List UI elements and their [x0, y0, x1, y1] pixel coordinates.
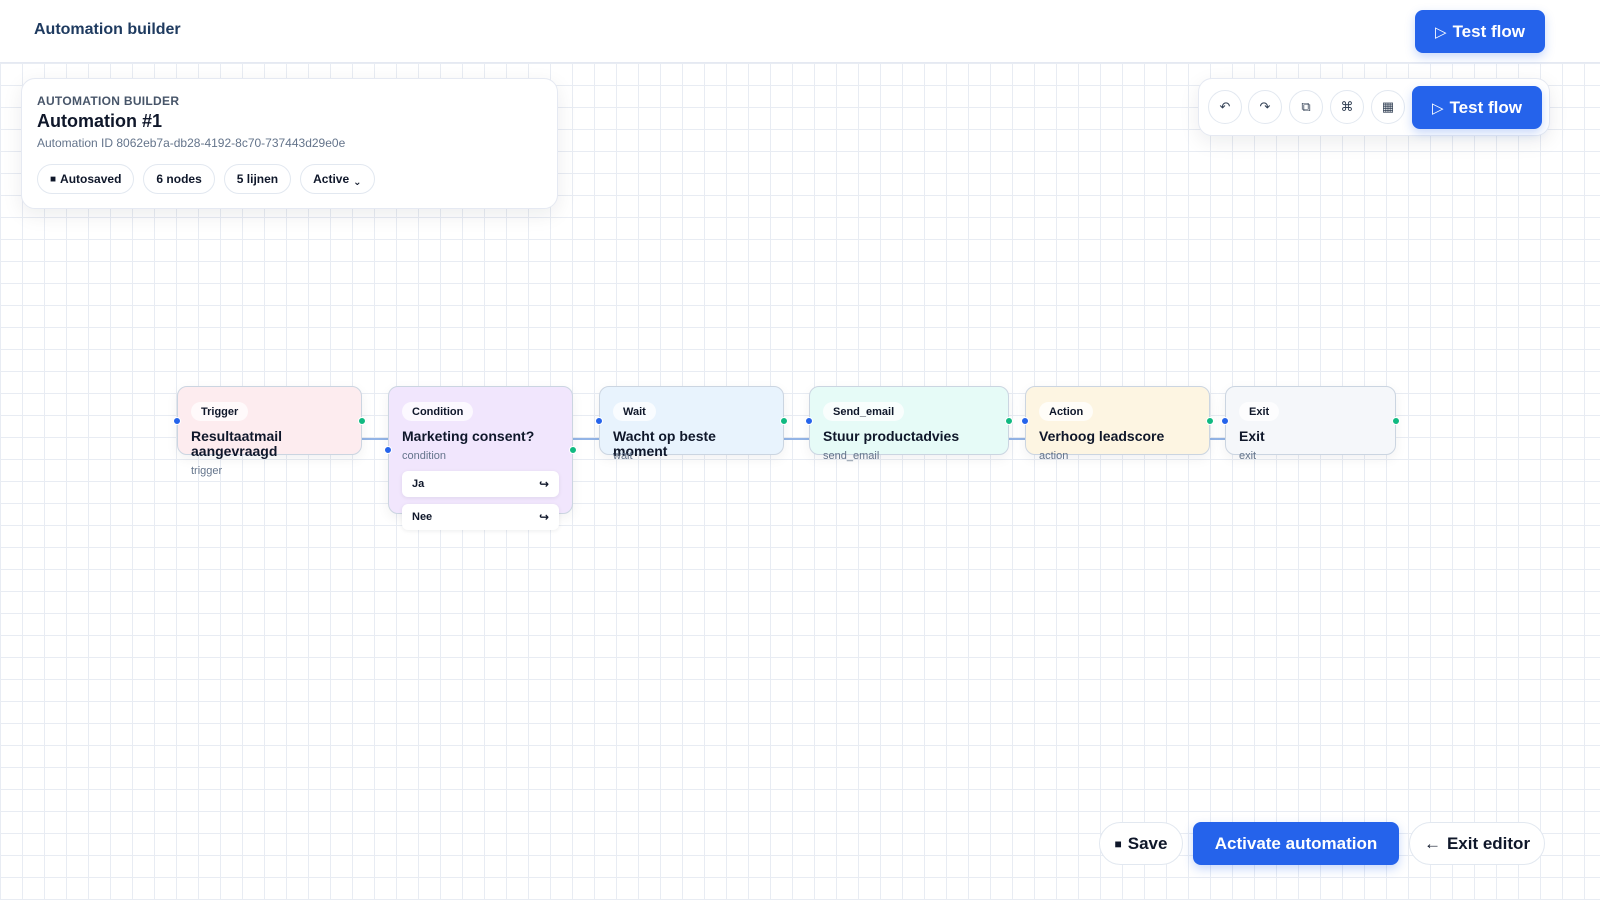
node-type-badge: Trigger: [191, 402, 249, 421]
exit-label: Exit editor: [1446, 833, 1531, 853]
play-icon: ▷: [1432, 99, 1444, 117]
app-title: Automation builder: [34, 21, 181, 38]
node-type-label: condition: [402, 450, 447, 462]
activate-automation-button[interactable]: Activate automation: [1193, 822, 1399, 865]
node-title: Exit: [1239, 428, 1265, 444]
save-disk-icon: ■: [50, 173, 57, 185]
info-eyebrow: AUTOMATION BUILDER: [37, 94, 180, 108]
status-pills: ■ Autosaved 6 nodes 5 lijnen Active ⌄: [37, 164, 542, 194]
node-type-label: trigger: [191, 465, 223, 477]
flow-node-action[interactable]: Action Verhoog leadscore action: [1021, 386, 1214, 462]
autosaved-pill: ■ Autosaved: [37, 164, 135, 194]
activate-label: Activate automation: [1214, 833, 1378, 853]
toolbar-test-flow-label: Test flow: [1449, 97, 1522, 117]
autosaved-label: Autosaved: [60, 172, 122, 186]
node-type-badge: Condition: [402, 402, 474, 421]
command-icon[interactable]: ⌘: [1330, 90, 1364, 124]
node-type-label: send_email: [823, 450, 880, 462]
redo-icon[interactable]: ↷: [1248, 90, 1282, 124]
grid-icon[interactable]: ▦: [1371, 90, 1405, 124]
input-port[interactable]: [1221, 417, 1229, 425]
flow-node-wait[interactable]: Wait Wacht op beste moment wait: [595, 386, 788, 462]
toolbar-test-flow-button[interactable]: ▷ Test flow: [1412, 86, 1542, 129]
status-dropdown[interactable]: Active ⌄: [300, 164, 375, 194]
top-bar: Automation builder ▷ Test flow: [0, 0, 1600, 63]
edge-line: [362, 438, 388, 440]
node-count-pill: 6 nodes: [143, 164, 215, 194]
undo-icon[interactable]: ↶: [1208, 90, 1242, 124]
automation-id: Automation ID 8062eb7a-db28-4192-8c70-73…: [37, 136, 346, 150]
arrow-left-icon: ←: [1423, 833, 1441, 853]
node-type-label: action: [1039, 450, 1069, 462]
output-port[interactable]: [780, 417, 788, 425]
input-port[interactable]: [173, 417, 181, 425]
input-port[interactable]: [384, 446, 392, 454]
output-port[interactable]: [1392, 417, 1400, 425]
node-title: Marketing consent?: [402, 428, 535, 444]
node-type-label: exit: [1239, 450, 1257, 462]
node-type-badge: Exit: [1239, 402, 1280, 421]
branch-yes[interactable]: Ja ↪: [402, 471, 559, 497]
automation-info-card: AUTOMATION BUILDER Automation #1 Automat…: [21, 78, 558, 209]
flow-node-trigger[interactable]: Trigger Resultaatmail aangevraagd trigge…: [173, 386, 366, 477]
automation-title: Automation #1: [37, 111, 163, 131]
node-title: Wacht op beste moment: [613, 428, 716, 459]
branch-label: Ja: [412, 478, 425, 490]
input-port[interactable]: [1021, 417, 1029, 425]
output-port[interactable]: [358, 417, 366, 425]
line-count-pill: 5 lijnen: [223, 164, 292, 194]
edge-line: [1009, 438, 1025, 440]
chevron-down-icon: ⌄: [353, 176, 362, 188]
node-count-label: 6 nodes: [156, 172, 202, 186]
flow-node-send-email[interactable]: Send_email Stuur productadvies send_emai…: [805, 386, 1013, 462]
node-type-badge: Wait: [613, 402, 656, 421]
save-button[interactable]: ■ Save: [1099, 822, 1183, 865]
input-port[interactable]: [595, 417, 603, 425]
status-label: Active: [313, 172, 350, 186]
save-label: Save: [1127, 833, 1168, 853]
input-port[interactable]: [805, 417, 813, 425]
test-flow-label: Test flow: [1452, 21, 1525, 41]
flow-node-exit[interactable]: Exit Exit exit: [1221, 386, 1400, 462]
output-port[interactable]: [569, 446, 577, 454]
edge-line: [784, 438, 809, 440]
output-port[interactable]: [1206, 417, 1214, 425]
node-type-badge: Send_email: [823, 402, 905, 421]
node-title: Resultaatmail aangevraagd: [191, 428, 283, 459]
branch-arrow-icon: ↪: [538, 477, 549, 491]
node-title: Verhoog leadscore: [1039, 428, 1165, 444]
branch-label: Nee: [412, 511, 433, 523]
node-title: Stuur productadvies: [823, 428, 960, 444]
test-flow-button[interactable]: ▷ Test flow: [1415, 10, 1545, 53]
branch-arrow-icon: ↪: [538, 510, 549, 524]
node-type-badge: Action: [1039, 402, 1094, 421]
line-count-label: 5 lijnen: [236, 172, 279, 186]
play-icon: ▷: [1435, 23, 1447, 41]
edge-line: [573, 438, 599, 440]
node-type-label: wait: [613, 450, 633, 462]
duplicate-icon[interactable]: ⧉: [1289, 90, 1323, 124]
edge-line: [1210, 438, 1225, 440]
save-disk-icon: ■: [1114, 836, 1122, 851]
canvas-toolbar: ↶ ↷ ⧉ ⌘ ▦ ▷ Test flow: [1198, 78, 1550, 136]
branch-no[interactable]: Nee ↪: [402, 504, 559, 530]
exit-editor-button[interactable]: ← Exit editor: [1409, 822, 1545, 865]
output-port[interactable]: [1005, 417, 1013, 425]
